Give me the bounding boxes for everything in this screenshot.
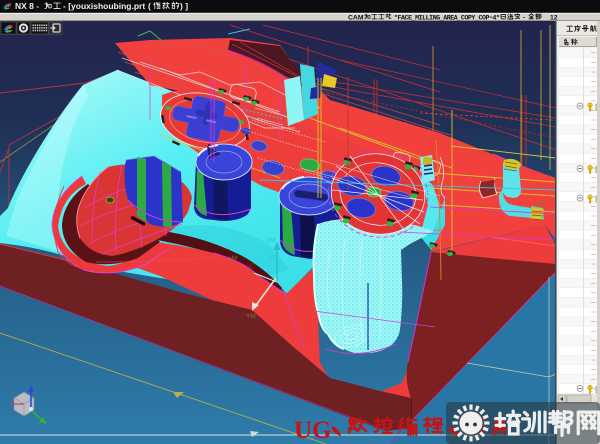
svg-text:UG: UG: [294, 417, 332, 444]
svg-text:>M: >M: [228, 255, 237, 262]
svg-text:NX 8 -: NX 8 -: [15, 1, 39, 11]
svg-text:12: 12: [550, 15, 558, 22]
svg-text:-: -: [523, 15, 525, 22]
svg-text:ZM: ZM: [536, 201, 545, 208]
svg-text:CAM: CAM: [348, 15, 364, 22]
svg-text:2C: 2C: [268, 254, 277, 261]
svg-text:ZM: ZM: [266, 237, 275, 244]
svg-text:>C: >C: [246, 263, 255, 270]
svg-text:YM: YM: [246, 313, 256, 320]
svg-text:- [youxishoubing.prt: - [youxishoubing.prt: [63, 1, 145, 11]
svg-text:) ]: ) ]: [180, 1, 188, 11]
svg-text:(: (: [148, 1, 151, 11]
svg-text:"FACE_MILLING_AREA_COPY_COP~4": "FACE_MILLING_AREA_COPY_COP~4": [394, 14, 500, 21]
